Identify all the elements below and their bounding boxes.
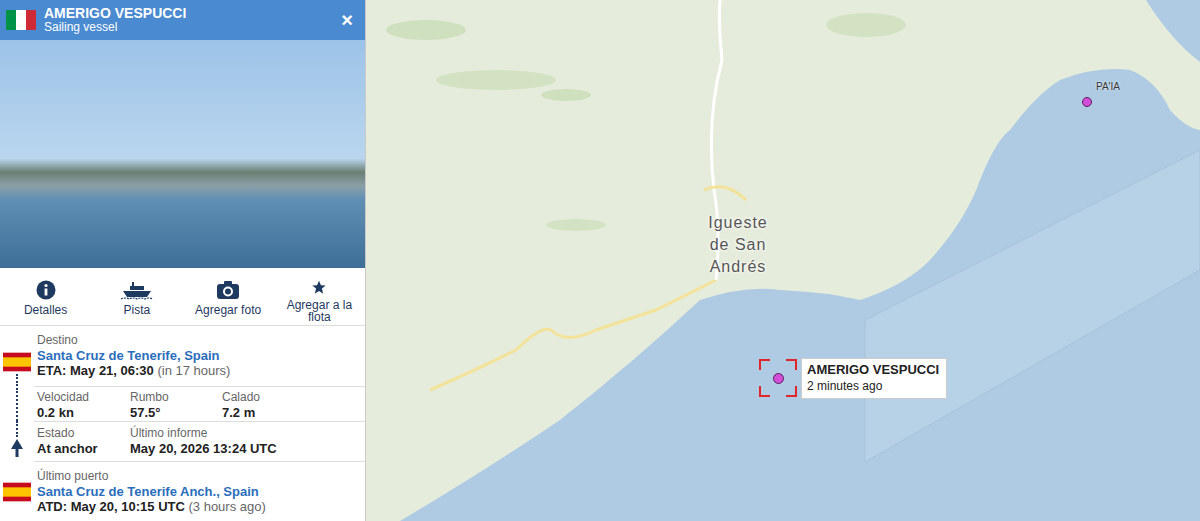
last-port-link[interactable]: Santa Cruz de Tenerife Anch., Spain xyxy=(37,484,365,499)
info-icon xyxy=(36,280,56,300)
voyage-info: DestinoSanta Cruz de Tenerife, SpainETA:… xyxy=(0,326,365,521)
map-canvas xyxy=(366,0,1200,521)
spain-flag-icon xyxy=(3,352,31,372)
vessel-panel: AMERIGO VESPUCCISailing vessel × DetallesP… xyxy=(0,0,366,521)
status-field: Último informeMay 20, 2026 13:24 UTC xyxy=(130,426,365,461)
vessel-label: PA'IA xyxy=(1096,81,1120,92)
vessel-type: Sailing vessel xyxy=(44,21,329,35)
action-button[interactable]: Pista xyxy=(91,268,182,325)
last-port: Último puertoSanta Cruz de Tenerife Anch… xyxy=(34,461,365,521)
status-row: EstadoAt anchorÚltimo informeMay 20, 202… xyxy=(34,421,365,461)
spain-flag-icon xyxy=(3,482,31,502)
selection-brackets xyxy=(759,359,797,397)
star-icon xyxy=(309,280,329,295)
town-label: Iguestede SanAndrés xyxy=(684,212,792,278)
stats-row: Velocidad0.2 knRumbo57.5°Calado7.2 m xyxy=(34,386,365,421)
camera-icon xyxy=(216,280,240,300)
action-button[interactable]: Agregar a la flota xyxy=(274,268,365,325)
vessel-tracker: AMERIGO VESPUCCISailing vessel×DetallesP… xyxy=(0,0,1200,521)
vessel-dot[interactable] xyxy=(773,373,784,384)
italy-flag-icon xyxy=(6,9,36,31)
stat: Calado7.2 m xyxy=(222,390,365,421)
vessel-name: AMERIGO VESPUCCI xyxy=(44,5,329,21)
arrow-up-icon xyxy=(11,439,23,457)
vessel-dot[interactable] xyxy=(1082,97,1092,107)
panel-header: AMERIGO VESPUCCISailing vessel × xyxy=(0,0,365,40)
map[interactable]: Iguestede SanAndrés AMERIGO VESPUCCI2 min… xyxy=(366,0,1200,521)
action-button[interactable]: Agregar foto xyxy=(183,268,274,325)
stat: Rumbo57.5° xyxy=(130,390,222,421)
vessel-photo xyxy=(0,40,365,268)
stat: Velocidad0.2 kn xyxy=(37,390,130,421)
action-bar: DetallesPistaAgregar fotoAgregar a la fl… xyxy=(0,268,365,326)
status-field: EstadoAt anchor xyxy=(37,426,130,461)
vessel-tooltip: AMERIGO VESPUCCI2 minutes ago xyxy=(801,358,947,399)
destination-link[interactable]: Santa Cruz de Tenerife, Spain xyxy=(37,348,365,363)
close-button[interactable]: × xyxy=(337,9,357,32)
ship-icon xyxy=(120,280,154,300)
destination: DestinoSanta Cruz de Tenerife, SpainETA:… xyxy=(34,326,365,386)
action-button[interactable]: Detalles xyxy=(0,268,91,325)
